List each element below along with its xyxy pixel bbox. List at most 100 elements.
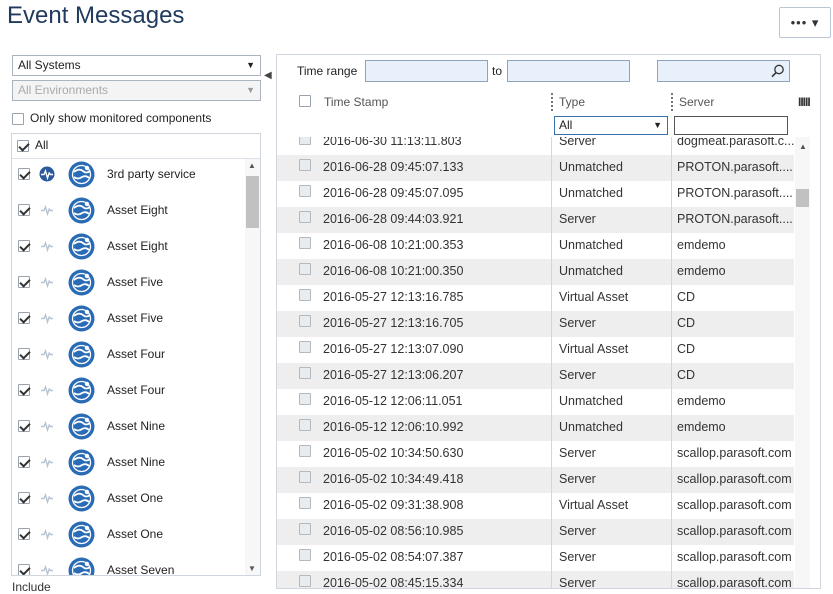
table-row[interactable]: 2016-05-02 10:34:50.630 Server scallop.par… — [277, 441, 794, 467]
collapse-left-icon[interactable]: ◀ — [264, 70, 272, 81]
row-checkbox[interactable] — [299, 289, 311, 301]
table-row[interactable]: 2016-05-27 12:13:16.705 Server CD — [277, 311, 794, 337]
table-row[interactable]: 2016-05-12 12:06:11.051 Unmatched emdemo — [277, 389, 794, 415]
component-checkbox[interactable] — [18, 168, 30, 180]
select-all-rows-checkbox[interactable] — [299, 95, 311, 107]
table-row[interactable]: 2016-05-27 12:13:16.785 Virtual Asset CD — [277, 285, 794, 311]
cell-timestamp: 2016-06-08 10:21:00.350 — [323, 264, 464, 278]
globe-icon — [68, 233, 95, 260]
component-row[interactable]: Asset Nine — [17, 409, 247, 445]
component-row[interactable]: Asset Seven — [17, 553, 247, 575]
component-list-scrollbar[interactable]: ▲ ▼ — [245, 159, 260, 575]
table-row[interactable]: 2016-05-02 09:31:38.908 Virtual Asset scal… — [277, 493, 794, 519]
component-checkbox[interactable] — [18, 528, 30, 540]
only-monitored-checkbox[interactable] — [12, 112, 24, 125]
search-input[interactable] — [657, 60, 790, 82]
table-row[interactable]: 2016-05-27 12:13:06.207 Server CD — [277, 363, 794, 389]
scrollbar-thumb[interactable] — [246, 176, 259, 228]
row-checkbox[interactable] — [299, 471, 311, 483]
row-checkbox[interactable] — [299, 315, 311, 327]
time-range-to-input[interactable] — [507, 60, 630, 82]
row-checkbox[interactable] — [299, 419, 311, 431]
search-icon[interactable] — [771, 64, 785, 78]
component-row[interactable]: Asset Five — [17, 265, 247, 301]
component-checkbox[interactable] — [18, 240, 30, 252]
cell-divider — [671, 137, 672, 155]
row-checkbox[interactable] — [299, 523, 311, 535]
event-grid-body: 2016-06-30 11:13:11.803 Server dogmeat.par… — [277, 137, 794, 588]
component-row[interactable]: Asset Eight — [17, 193, 247, 229]
row-checkbox[interactable] — [299, 497, 311, 509]
component-row[interactable]: Asset Nine — [17, 445, 247, 481]
row-checkbox[interactable] — [299, 575, 311, 587]
table-row[interactable]: 2016-06-28 09:44:03.921 Server PROTON.para… — [277, 207, 794, 233]
header-server[interactable]: Server — [679, 95, 714, 109]
cell-type: Unmatched — [559, 186, 623, 200]
cell-divider — [551, 389, 552, 415]
table-row[interactable]: 2016-05-02 08:54:07.387 Server scallop.par… — [277, 545, 794, 571]
scroll-down-icon[interactable]: ▼ — [248, 564, 256, 573]
row-checkbox[interactable] — [299, 393, 311, 405]
table-row[interactable]: 2016-06-08 10:21:00.353 Unmatched emdemo — [277, 233, 794, 259]
component-checkbox[interactable] — [18, 312, 30, 324]
row-checkbox[interactable] — [299, 237, 311, 249]
component-row[interactable]: Asset Four — [17, 373, 247, 409]
component-checkbox[interactable] — [18, 564, 30, 575]
table-row[interactable]: 2016-06-28 09:45:07.095 Unmatched PROTON.p… — [277, 181, 794, 207]
component-row[interactable]: Asset One — [17, 481, 247, 517]
type-filter-select[interactable]: All ▼ — [554, 116, 668, 135]
row-checkbox[interactable] — [299, 549, 311, 561]
all-components-row[interactable]: All — [17, 138, 48, 152]
component-row[interactable]: Asset Eight — [17, 229, 247, 265]
cell-server: scallop.parasoft.com — [677, 498, 792, 512]
grid-scrollbar[interactable]: ▲ — [795, 137, 810, 588]
cell-timestamp: 2016-05-02 10:34:49.418 — [323, 472, 464, 486]
row-checkbox[interactable] — [299, 185, 311, 197]
component-checkbox[interactable] — [18, 348, 30, 360]
row-checkbox[interactable] — [299, 263, 311, 275]
row-checkbox[interactable] — [299, 211, 311, 223]
header-type[interactable]: Type — [559, 95, 585, 109]
scroll-up-icon[interactable]: ▲ — [799, 142, 807, 151]
component-checkbox[interactable] — [18, 420, 30, 432]
row-checkbox[interactable] — [299, 137, 311, 145]
table-row[interactable]: 2016-05-02 10:34:49.418 Server scallop.par… — [277, 467, 794, 493]
scroll-up-icon[interactable]: ▲ — [248, 161, 256, 170]
table-row[interactable]: 2016-06-08 10:21:00.350 Unmatched emdemo — [277, 259, 794, 285]
table-row[interactable]: 2016-05-02 08:56:10.985 Server scallop.par… — [277, 519, 794, 545]
component-row[interactable]: Asset One — [17, 517, 247, 553]
column-resize-handle[interactable] — [551, 93, 553, 111]
component-row[interactable]: 3rd party service — [17, 157, 247, 193]
cell-divider — [551, 285, 552, 311]
systems-select[interactable]: All Systems ▼ — [12, 55, 261, 76]
cell-type: Server — [559, 446, 596, 460]
more-menu-button[interactable]: ••• ▾ — [779, 7, 831, 38]
component-checkbox[interactable] — [18, 456, 30, 468]
table-row[interactable]: 2016-05-12 12:06:10.992 Unmatched emdemo — [277, 415, 794, 441]
column-resize-handle[interactable] — [671, 93, 673, 111]
row-checkbox[interactable] — [299, 341, 311, 353]
only-monitored-toggle[interactable]: Only show monitored components — [12, 111, 211, 125]
cell-divider — [551, 155, 552, 181]
header-timestamp[interactable]: Time Stamp — [324, 95, 388, 109]
row-checkbox[interactable] — [299, 445, 311, 457]
component-checkbox[interactable] — [18, 204, 30, 216]
component-checkbox[interactable] — [18, 276, 30, 288]
table-row[interactable]: 2016-05-27 12:13:07.090 Virtual Asset CD — [277, 337, 794, 363]
cell-divider — [671, 285, 672, 311]
server-filter-input[interactable] — [674, 116, 788, 135]
time-range-from-input[interactable] — [365, 60, 488, 82]
component-row[interactable]: Asset Four — [17, 337, 247, 373]
columns-icon[interactable]: IIIII — [798, 95, 811, 109]
component-checkbox[interactable] — [18, 492, 30, 504]
table-row[interactable]: 2016-05-02 08:45:15.334 Server scallop.par… — [277, 571, 794, 588]
table-row[interactable]: 2016-06-28 09:45:07.133 Unmatched PROTON.p… — [277, 155, 794, 181]
row-checkbox[interactable] — [299, 367, 311, 379]
component-row[interactable]: Asset Five — [17, 301, 247, 337]
all-components-checkbox[interactable] — [17, 139, 29, 152]
scrollbar-thumb[interactable] — [796, 189, 809, 207]
row-checkbox[interactable] — [299, 159, 311, 171]
table-row[interactable]: 2016-06-30 11:13:11.803 Server dogmeat.par… — [277, 137, 794, 155]
component-checkbox[interactable] — [18, 384, 30, 396]
environments-select[interactable]: All Environments ▼ — [12, 80, 261, 101]
